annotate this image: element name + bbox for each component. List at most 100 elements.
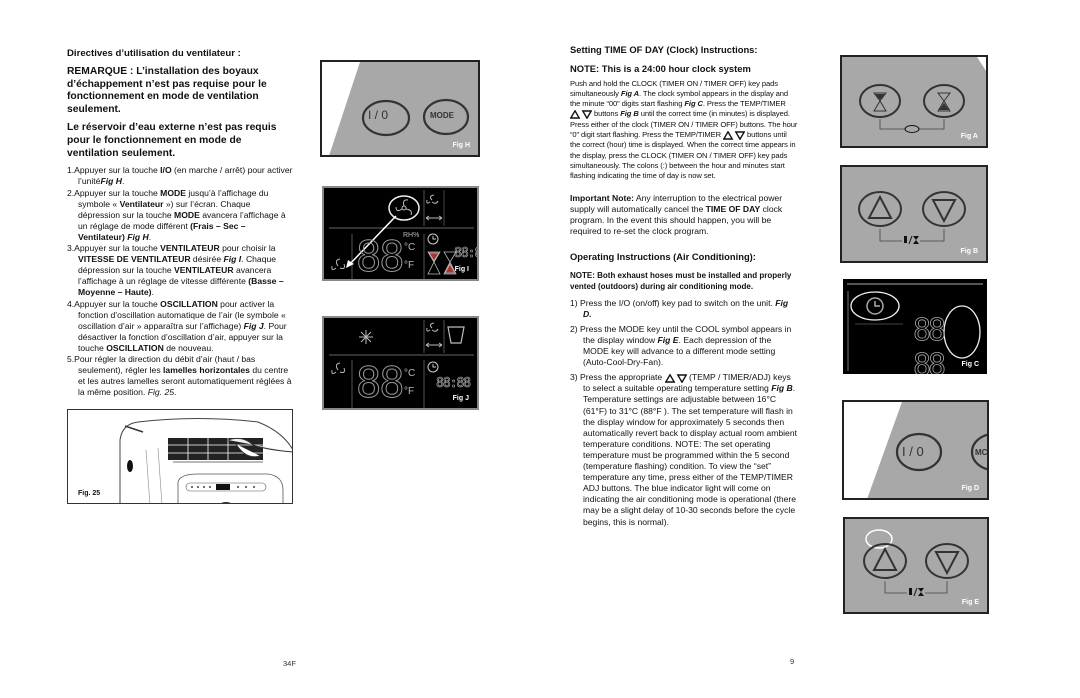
power-button-label: I / 0 xyxy=(902,444,924,459)
fig-25: Fig. 25 xyxy=(67,409,293,504)
bold-run: VITESSE DE VENTILATEUR xyxy=(78,254,191,265)
text-run: . xyxy=(151,287,154,298)
clock-note: NOTE: This is a 24:00 hour clock system xyxy=(570,62,751,74)
fan-step: 3.Appuyer sur la touche VENTILATEUR pour… xyxy=(67,243,293,298)
up-down-triangle-icons xyxy=(570,109,592,119)
fan-heading: Directives d’utilisation du ventilateur … xyxy=(67,48,241,59)
up-triangle-icon xyxy=(872,546,898,571)
up-down-triangle-icons xyxy=(664,373,687,383)
fan-highlight-ring xyxy=(388,195,420,221)
mode-button-label: MODE xyxy=(430,111,454,120)
figure-reference: Fig E xyxy=(657,335,679,346)
fan-step: 2.Appuyer sur la touche MODE jusqu’à l’a… xyxy=(67,188,293,243)
up-down-triangle-icons xyxy=(723,130,745,140)
figure-reference: Fig H xyxy=(127,231,149,242)
fahrenheit-label: °F xyxy=(404,260,415,271)
bold-run: Important Note: xyxy=(570,192,634,203)
text-run: Press the I/O (on/off) key pad to switch… xyxy=(580,297,776,308)
fahrenheit-label: °F xyxy=(404,386,415,397)
text-run: . xyxy=(121,176,125,187)
important-note: Important Note: Any interruption to the … xyxy=(570,193,798,237)
bold-run: OSCILLATION xyxy=(160,298,218,309)
step-number: 1) xyxy=(570,297,581,308)
clock-digits: 88:88 xyxy=(454,246,477,262)
fig-25-label: Fig. 25 xyxy=(78,490,101,497)
figure-reference: Fig C xyxy=(684,99,703,109)
ac-note: NOTE: Both exhaust hoses must be install… xyxy=(570,270,792,291)
reservoir-note: Le réservoir d’eau externe n’est pas req… xyxy=(67,121,277,159)
fan-step: 5.Pour régler la direction du débit d’ai… xyxy=(67,354,293,398)
fig-j-label: Fig J xyxy=(452,395,469,402)
fig-a: Fig A xyxy=(840,55,988,148)
bold-run: lamelles horizontales xyxy=(163,365,250,376)
temp-digits: 88 xyxy=(356,358,406,408)
text-run: . Press the TEMP/TIMER xyxy=(702,99,786,109)
fig-j: 88 °C °F 88:88 Fig J xyxy=(322,316,479,410)
clock-instructions: Push and hold the CLOCK (TIMER ON / TIME… xyxy=(570,79,798,182)
power-button-label: I / 0 xyxy=(368,108,389,122)
figure-reference: Fig B xyxy=(620,109,639,119)
fan-step: 4.Appuyer sur la touche OSCILLATION pour… xyxy=(67,299,293,354)
fig-c-label: Fig C xyxy=(961,361,980,368)
fig-i: RH% 88 °C °F 88:88 Fig I xyxy=(322,186,479,281)
small-fan-icon xyxy=(331,258,345,271)
timer-on-hourglass-icon xyxy=(873,92,887,112)
fig-h: I / 0 MODE Fig H xyxy=(320,60,480,157)
text-run: . Temperature settings are adjustable be… xyxy=(583,383,797,527)
fig-d-label: Fig D xyxy=(961,485,980,492)
mode-button-label: MC xyxy=(975,448,988,457)
fig-e: Fig E xyxy=(843,517,989,614)
bold-run: OSCILLATION xyxy=(106,342,164,353)
figure-reference: Fig. 25 xyxy=(147,387,175,398)
figure-reference: Fig B xyxy=(771,383,793,394)
air-conditioner-illustration xyxy=(119,418,292,503)
step-number: 3) xyxy=(570,372,581,383)
ac-step: 2) Press the MODE key until the COOL sym… xyxy=(570,324,798,368)
down-triangle-icon xyxy=(931,199,957,224)
figure-reference: Fig A xyxy=(620,88,640,98)
celsius-label: °C xyxy=(404,368,416,379)
clock-link-icon xyxy=(904,125,920,133)
fan-icon xyxy=(331,362,345,375)
clock-icon xyxy=(427,361,439,373)
fan-step: 1.Appuyer sur la touche I/O (en marche /… xyxy=(67,165,293,187)
text-run: buttons xyxy=(592,109,621,119)
hourglass-icons xyxy=(427,251,457,275)
hourglass-icon xyxy=(918,588,924,596)
thermometer-icon xyxy=(909,588,912,595)
fan-icon xyxy=(395,199,412,216)
text-run: pour choisir la xyxy=(219,243,276,254)
fig-h-label: Fig H xyxy=(452,142,471,149)
down-triangle-icon xyxy=(934,551,960,576)
fig-e-label: Fig E xyxy=(961,599,979,606)
right-column: Setting TIME OF DAY (Clock) Instructions… xyxy=(570,44,798,532)
snowflake-icon xyxy=(359,330,373,344)
bold-run: I/O xyxy=(160,165,172,176)
figure-reference: Fig J xyxy=(243,320,264,331)
text-run: Appuyer sur la touche xyxy=(74,187,161,198)
figure-reference: Fig I xyxy=(223,254,242,265)
bold-run: TIME OF DAY xyxy=(705,203,761,214)
text-run: de nouveau. xyxy=(163,342,214,353)
rh-percent: RH% xyxy=(403,232,420,239)
clock-icon xyxy=(866,297,884,315)
fig-d: I / 0 MC Fig D xyxy=(842,400,989,500)
fig-c: 88 88 Fig C xyxy=(843,279,987,374)
fig-b: Fig B xyxy=(840,165,988,263)
up-triangle-icon xyxy=(867,194,893,219)
fan-steps-list: 1.Appuyer sur la touche I/O (en marche /… xyxy=(67,165,293,398)
bold-run: VENTILATEUR xyxy=(174,265,234,276)
text-run: . xyxy=(148,231,152,242)
timer-off-hourglass-icon xyxy=(937,92,951,112)
water-tank-icon xyxy=(447,326,465,344)
ac-steps-list: 1) Press the I/O (on/off) key pad to swi… xyxy=(570,298,798,528)
text-run: désirée xyxy=(190,254,224,265)
ac-step: 1) Press the I/O (on/off) key pad to swi… xyxy=(570,298,798,320)
text-run: Appuyer sur la touche xyxy=(74,298,161,309)
ac-step: 3) Press the appropriate (TEMP / TIMER/A… xyxy=(570,372,798,527)
hose-note: REMARQUE : L’installation des boyaux d’é… xyxy=(67,65,267,116)
clock-digits: 88:88 xyxy=(436,376,472,392)
fig-a-label: Fig A xyxy=(960,133,978,140)
fig-b-label: Fig B xyxy=(960,248,979,255)
text-run: . xyxy=(174,387,177,398)
